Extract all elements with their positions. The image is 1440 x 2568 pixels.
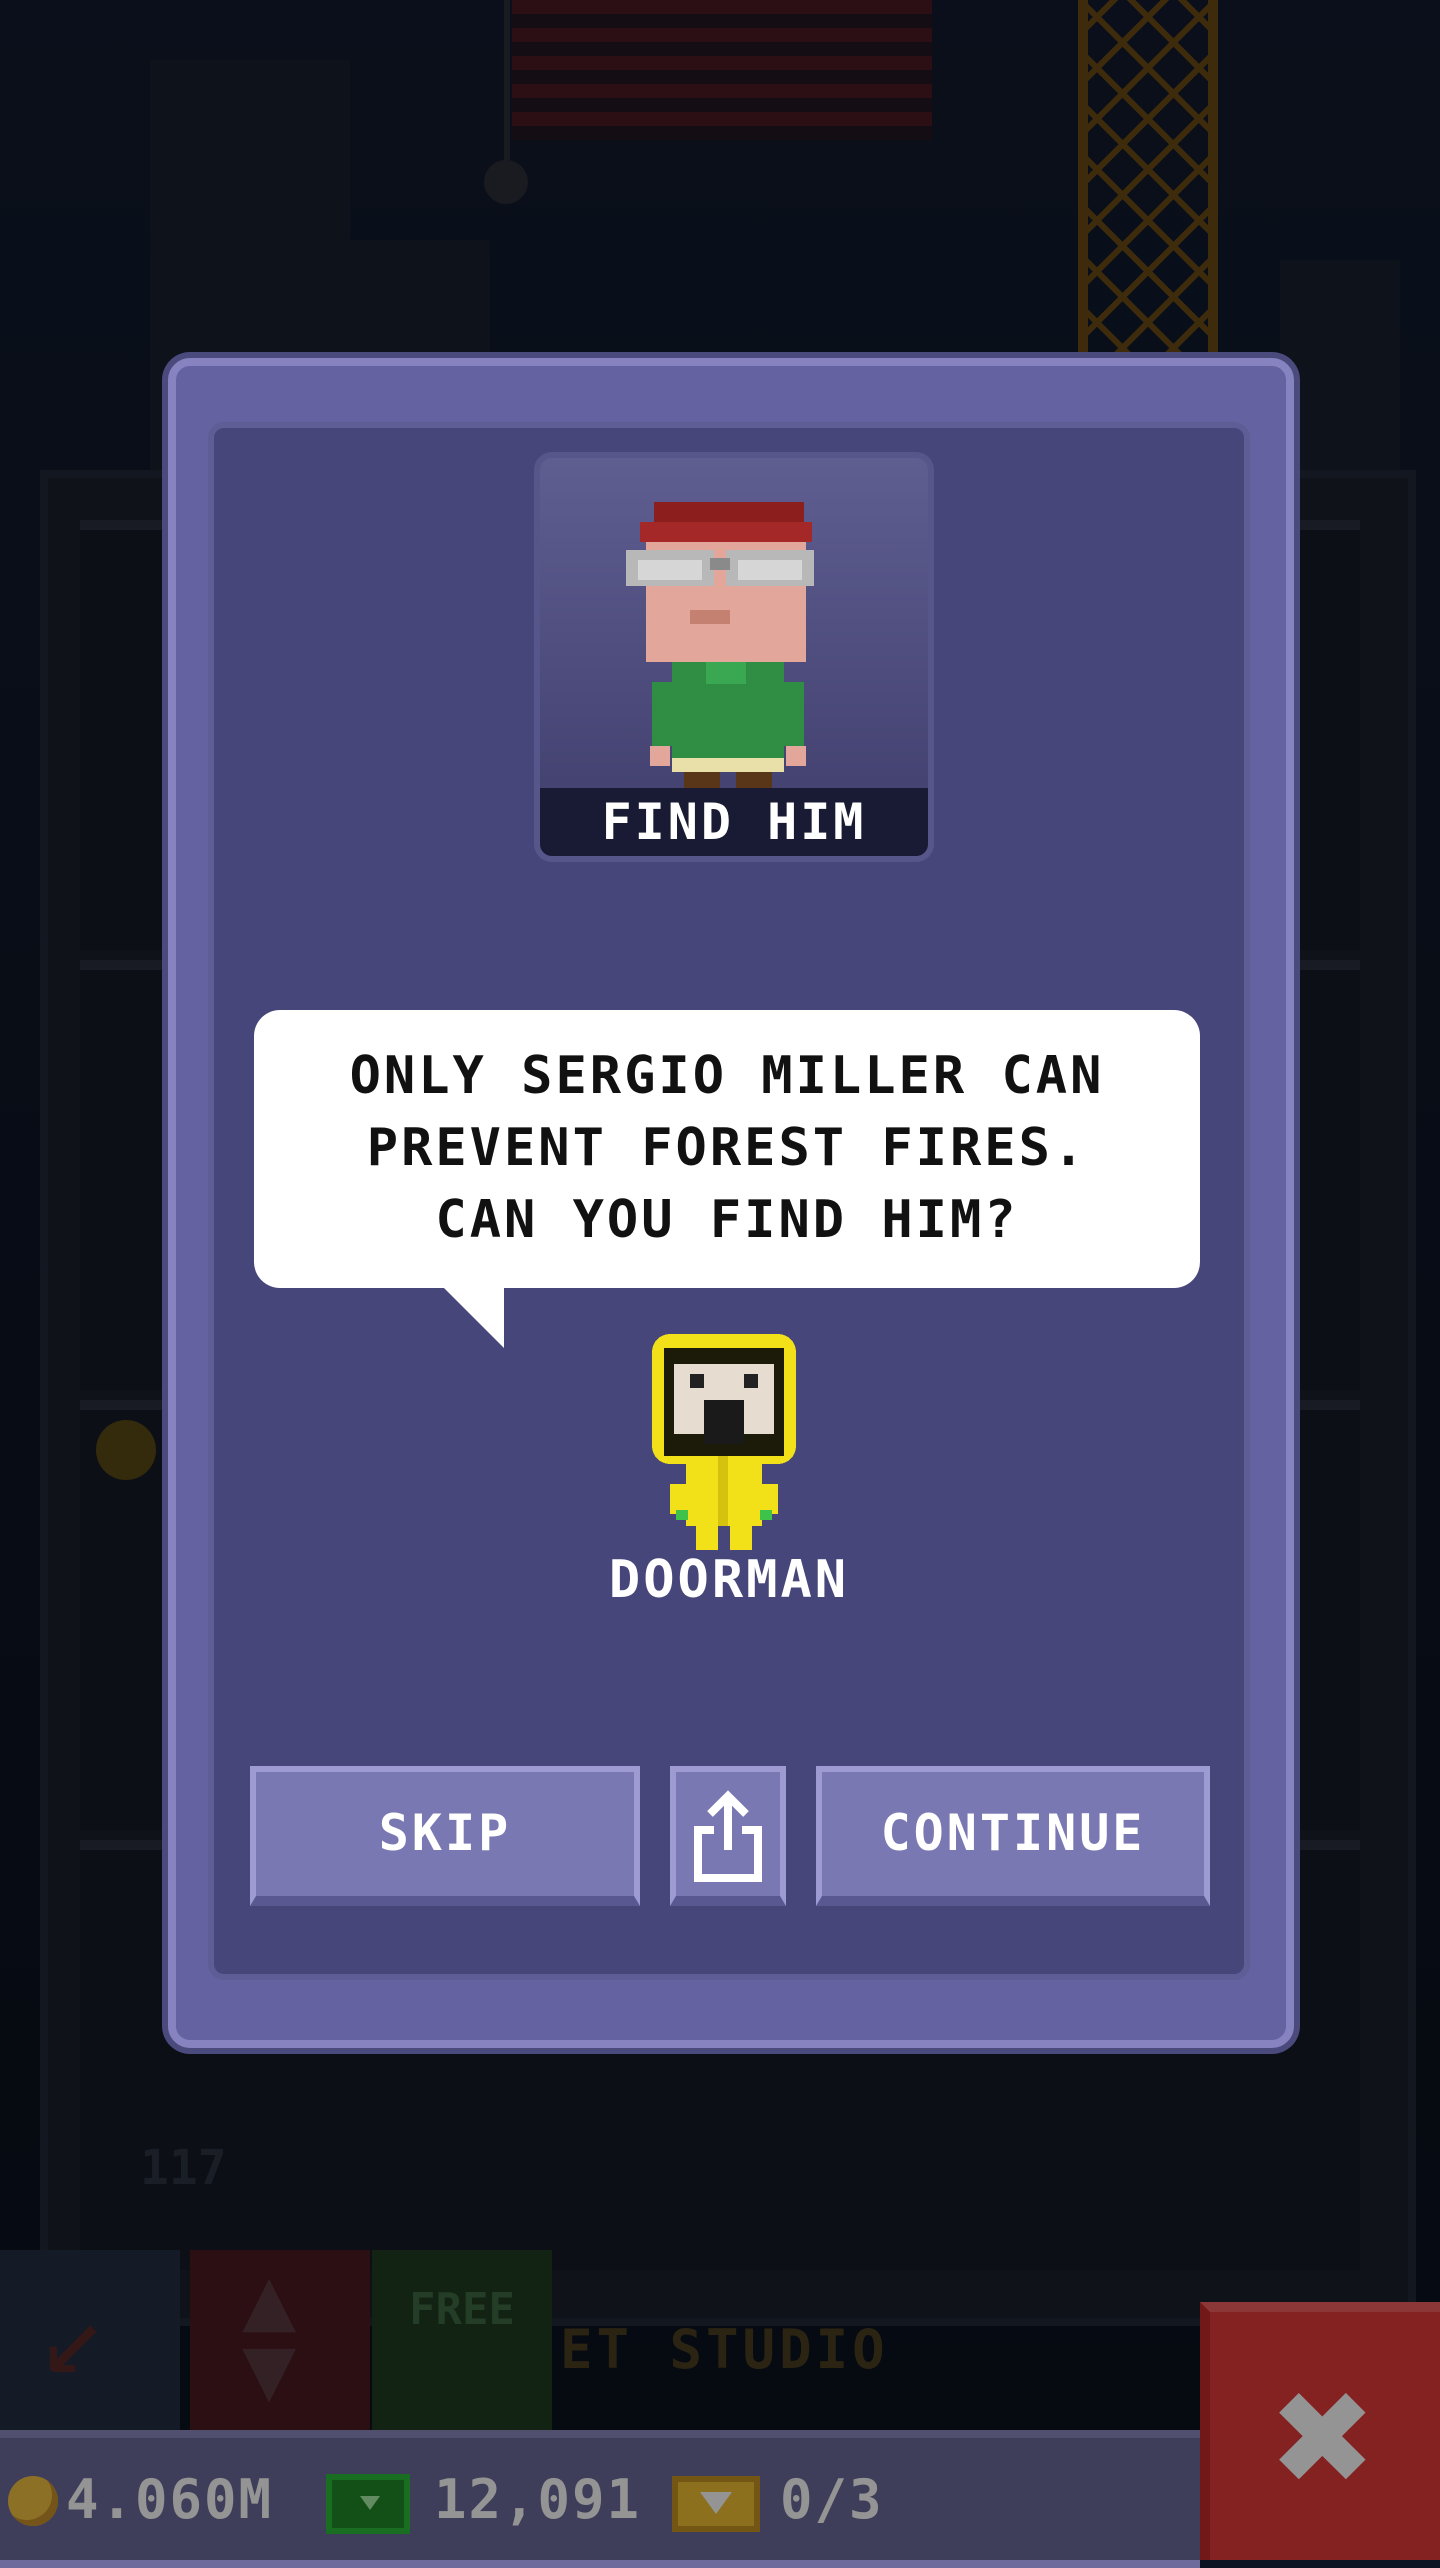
sergio-miller-sprite <box>626 502 814 788</box>
sergio-portrait: FIND HIM <box>534 452 934 862</box>
find-him-banner: FIND HIM <box>540 788 928 856</box>
skip-button[interactable]: SKIP <box>250 1766 640 1906</box>
share-icon <box>694 1790 762 1882</box>
doorman-sprite <box>652 1334 796 1550</box>
dialog-panel: FIND HIM ONLY SERGIO MILLER CAN PREVENT … <box>208 422 1250 1980</box>
speech-text: ONLY SERGIO MILLER CAN PREVENT FOREST FI… <box>349 1046 1105 1250</box>
continue-button[interactable]: CONTINUE <box>816 1766 1210 1906</box>
speaker-name: DOORMAN <box>608 1550 850 1610</box>
find-him-dialog: FIND HIM ONLY SERGIO MILLER CAN PREVENT … <box>168 358 1294 2048</box>
speech-bubble: ONLY SERGIO MILLER CAN PREVENT FOREST FI… <box>254 1010 1200 1288</box>
share-button[interactable] <box>670 1766 786 1906</box>
speech-bubble-tail <box>444 1288 504 1348</box>
